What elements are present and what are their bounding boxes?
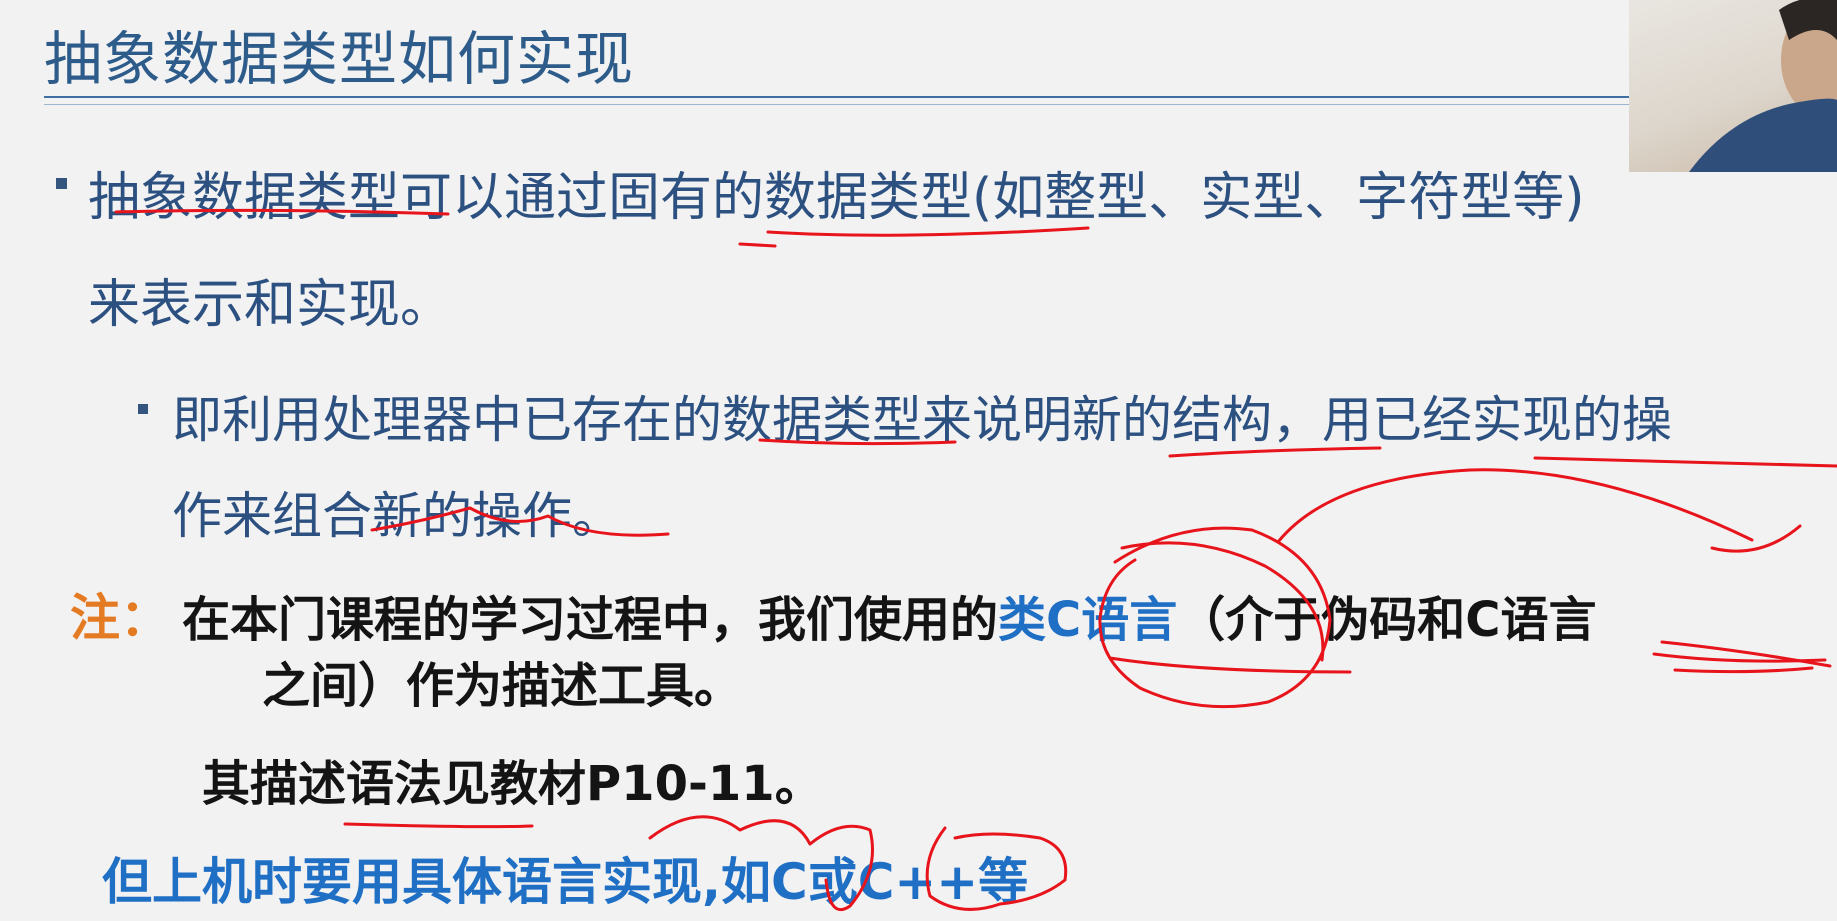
note-highlight-c-language: 类C语言 [998, 592, 1178, 648]
note-line1: 在本门课程的学习过程中，我们使用的类C语言（介于伪码和C语言 [182, 580, 1596, 650]
title-divider-thin [44, 104, 1629, 105]
note-line1-pre: 在本门课程的学习过程中，我们使用的 [182, 592, 999, 648]
note-line2: 之间）作为描述工具。 [262, 658, 743, 714]
bullet1-line1: 抽象数据类型可以通过固有的数据类型(如整型、实型、字符型等) [88, 168, 1585, 228]
sub-bullet-marker [138, 404, 148, 414]
bullet1-line2: 来表示和实现。 [88, 275, 453, 335]
note-label: 注： [70, 589, 170, 647]
bullet-marker [56, 178, 67, 189]
slide-title: 抽象数据类型如何实现 [44, 25, 635, 93]
webcam-overlay [1629, 0, 1837, 172]
bullet2-line1: 即利用处理器中已存在的数据类型来说明新的结构，用已经实现的操 [172, 391, 1672, 449]
presenter-image [1689, 0, 1837, 172]
note-line3: 其描述语法见教材P10-11。 [202, 756, 823, 812]
footer-line: 但上机时要用具体语言实现,如C或C++等 [102, 853, 1029, 911]
bullet2-line2: 作来组合新的操作。 [172, 487, 622, 545]
title-divider [44, 96, 1629, 98]
note-line1-post: （介于伪码和C语言 [1177, 592, 1597, 648]
